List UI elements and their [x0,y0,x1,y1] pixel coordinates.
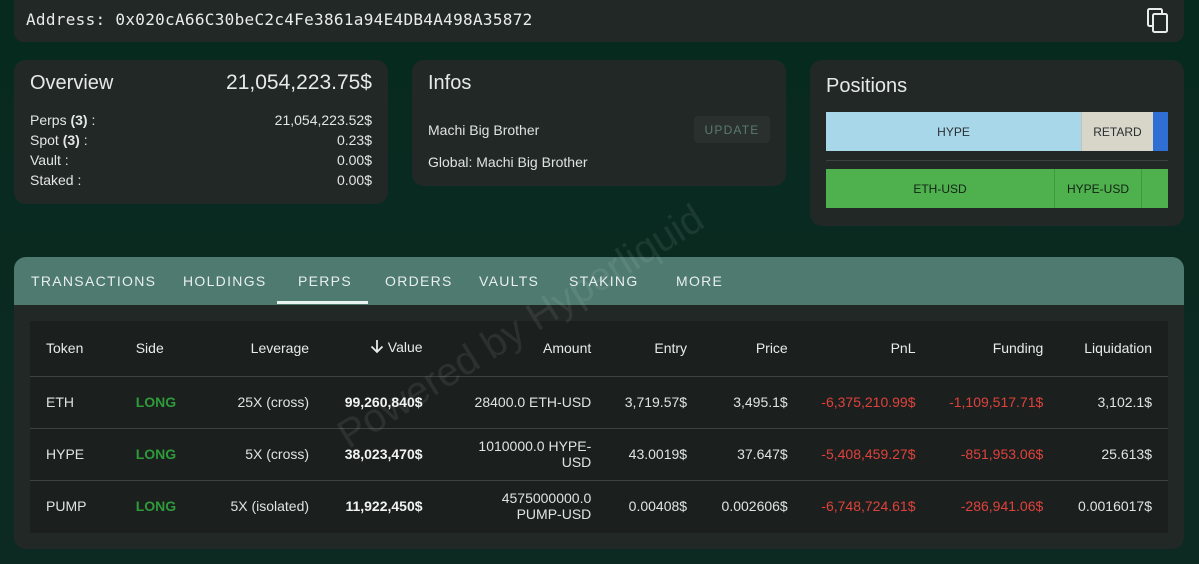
tab-perps[interactable]: PERPS [298,257,352,305]
cell-liquidation: 25.613$ [1059,428,1168,481]
cell-liquidation: 0.0016017$ [1078,498,1152,515]
overview-row-staked: Staked : 0.00$ [30,172,372,188]
cell-pnl: -6,748,724.61$ [821,498,916,515]
cell-amount: 4575000000.0 PUMP-USD [501,490,592,523]
perps-table-container: Token Side Leverage Value Amount Entry P… [30,321,1168,533]
cell-liquidation: 3,102.1$ [1059,376,1168,429]
positions-title: Positions [826,75,908,97]
header-entry[interactable]: Entry [607,321,704,377]
tab-staking[interactable]: STAKING [569,257,639,305]
cell-leverage: 5X (isolated) [230,498,310,515]
cell-value: 38,023,470$ [325,428,439,481]
table-row[interactable]: PUMP LONG 5X (isolated) 11,922,450$ 4575… [30,480,1168,532]
spot-value: 0.23$ [336,132,372,148]
infos-card: Infos Machi Big Brother UPDATE Global: M… [412,60,786,186]
header-token[interactable]: Token [30,321,120,377]
cell-price: 3,495.1$ [703,376,804,429]
copy-icon[interactable] [1146,8,1170,34]
position-segment-eth-usd[interactable]: ETH-USD [826,169,1054,208]
position-segment-other[interactable] [1153,112,1168,151]
cell-token: PUMP [46,498,87,515]
infos-title: Infos [428,72,472,94]
cell-value: 11,922,450$ [345,498,423,515]
update-button[interactable]: UPDATE [694,116,770,143]
positions-divider [826,160,1168,161]
header-leverage[interactable]: Leverage [197,321,326,377]
header-pnl[interactable]: PnL [803,321,932,377]
cell-amount: 28400.0 ETH-USD [438,376,608,429]
cell-leverage: 5X (cross) [197,428,326,481]
position-segment-hype[interactable]: HYPE [826,112,1081,151]
overview-breakdown: Perps (3) : 21,054,223.52$ Spot (3) : 0.… [30,110,372,190]
vault-value: 0.00$ [336,152,372,168]
cell-entry: 43.0019$ [607,428,704,481]
infos-name: Machi Big Brother [428,122,540,138]
overview-total: 21,054,223.75$ [226,71,372,94]
tab-transactions[interactable]: TRANSACTIONS [31,257,156,305]
tab-more[interactable]: MORE [676,257,723,305]
overview-title: Overview [30,72,114,94]
cell-token: ETH [30,376,120,429]
cell-token: HYPE [30,428,120,481]
overview-row-perps: Perps (3) : 21,054,223.52$ [30,112,372,128]
tab-vaults[interactable]: VAULTS [479,257,539,305]
address-bar: Address: 0x020cA66C30beC2c4Fe3861a94E4DB… [14,0,1184,42]
header-amount[interactable]: Amount [438,321,608,377]
header-funding[interactable]: Funding [931,321,1060,377]
cell-leverage: 25X (cross) [197,376,326,429]
position-segment-hype-usd[interactable]: HYPE-USD [1054,169,1141,208]
cell-price: 37.647$ [703,428,804,481]
cell-entry: 3,719.57$ [607,376,704,429]
cell-side: LONG [119,428,198,481]
perp-positions-bar: ETH-USD HYPE-USD [826,169,1168,208]
header-price[interactable]: Price [703,321,804,377]
header-side[interactable]: Side [119,321,198,377]
cell-side: LONG [135,498,177,515]
cell-value: 99,260,840$ [325,376,439,429]
cell-pnl: -6,375,210.99$ [803,376,932,429]
cell-funding: -286,941.06$ [960,498,1044,515]
perps-table: Token Side Leverage Value Amount Entry P… [30,321,1168,532]
cell-price: 0.002606$ [721,498,788,515]
header-value[interactable]: Value [325,321,439,377]
overview-row-vault: Vault : 0.00$ [30,152,372,168]
cell-side: LONG [119,376,198,429]
table-header-row: Token Side Leverage Value Amount Entry P… [30,321,1168,377]
tab-bar: TRANSACTIONS HOLDINGS PERPS ORDERS VAULT… [14,257,1184,305]
details-panel: TRANSACTIONS HOLDINGS PERPS ORDERS VAULT… [14,257,1184,549]
header-liquidation[interactable]: Liquidation [1059,321,1168,377]
cell-amount: 1010000.0 HYPE-USD [438,428,608,481]
cell-entry: 0.00408$ [628,498,688,515]
wallet-address: Address: 0x020cA66C30beC2c4Fe3861a94E4DB… [26,10,533,29]
table-row[interactable]: ETH LONG 25X (cross) 99,260,840$ 28400.0… [30,376,1168,429]
tab-holdings[interactable]: HOLDINGS [183,257,267,305]
cell-funding: -851,953.06$ [931,428,1060,481]
active-tab-indicator [277,301,368,304]
infos-global-name: Global: Machi Big Brother [428,154,588,170]
cell-pnl: -5,408,459.27$ [803,428,932,481]
table-row[interactable]: HYPE LONG 5X (cross) 38,023,470$ 1010000… [30,428,1168,481]
spot-positions-bar: HYPE RETARD [826,112,1168,151]
staked-value: 0.00$ [336,172,372,188]
overview-row-spot: Spot (3) : 0.23$ [30,132,372,148]
positions-card: Positions HYPE RETARD ETH-USD HYPE-USD [810,60,1184,226]
position-segment-retard[interactable]: RETARD [1081,112,1153,151]
perps-value: 21,054,223.52$ [274,112,372,128]
position-segment-pump-usd[interactable] [1141,169,1168,208]
cell-funding: -1,109,517.71$ [931,376,1060,429]
tab-orders[interactable]: ORDERS [385,257,453,305]
overview-card: Overview 21,054,223.75$ Perps (3) : 21,0… [14,60,388,204]
sort-down-arrow-icon [370,339,384,357]
